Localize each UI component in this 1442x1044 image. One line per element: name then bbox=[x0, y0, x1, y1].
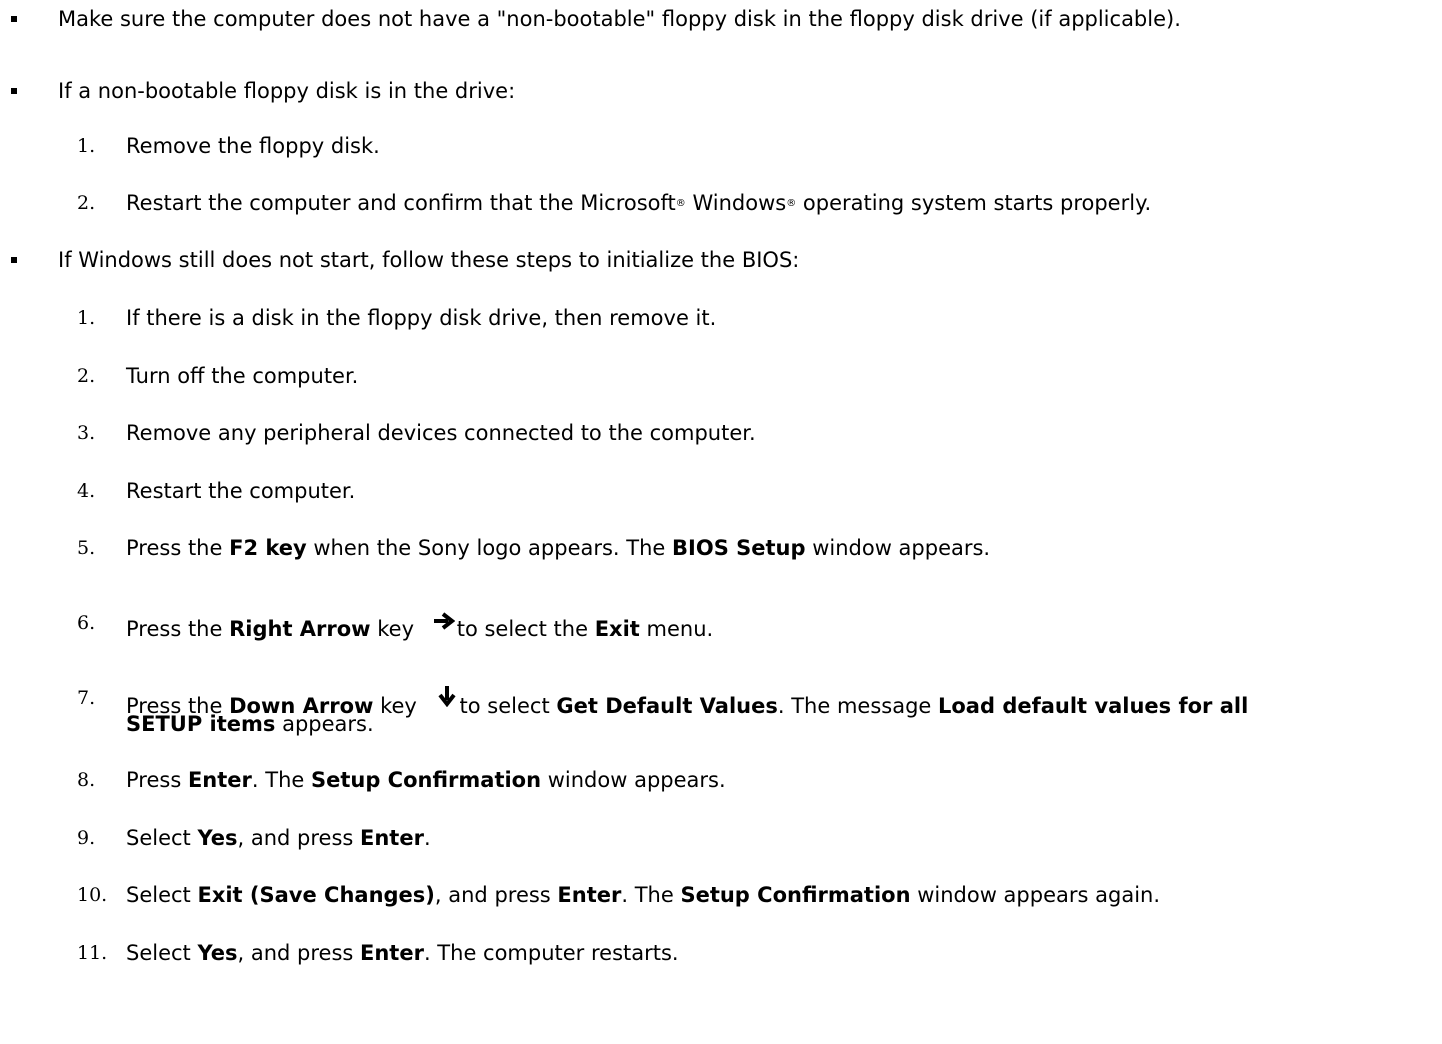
list-number: 2. bbox=[77, 365, 96, 387]
list-number: 1. bbox=[77, 307, 96, 329]
list-item-text: Select Yes, and press Enter. The compute… bbox=[126, 941, 679, 965]
list-number: 11. bbox=[77, 942, 108, 964]
list-item-text: If there is a disk in the floppy disk dr… bbox=[126, 306, 717, 330]
down-arrow-icon bbox=[437, 685, 456, 713]
bullet-text: Make sure the computer does not have a "… bbox=[58, 7, 1181, 31]
list-item-text: Press the F2 key when the Sony logo appe… bbox=[126, 536, 991, 560]
bullet-text: If a non-bootable floppy disk is in the … bbox=[58, 79, 516, 103]
list-number: 5. bbox=[77, 537, 96, 559]
list-number: 4. bbox=[77, 480, 96, 502]
right-arrow-icon bbox=[433, 610, 455, 636]
list-item-text: Remove any peripheral devices connected … bbox=[126, 421, 756, 445]
list-item-text: Remove the floppy disk. bbox=[126, 134, 380, 158]
list-item-text: Select Exit (Save Changes), and press En… bbox=[126, 883, 1161, 907]
list-item-text: Select Yes, and press Enter. bbox=[126, 826, 431, 850]
list-number: 6. bbox=[77, 612, 96, 634]
list-item-text: Restart the computer and confirm that th… bbox=[126, 191, 1152, 215]
bullet-marker bbox=[11, 257, 17, 263]
list-number: 2. bbox=[77, 192, 96, 214]
bullet-marker bbox=[11, 16, 17, 22]
list-number: 8. bbox=[77, 769, 96, 791]
list-item-text: Turn off the computer. bbox=[126, 364, 359, 388]
list-number: 9. bbox=[77, 827, 96, 849]
list-item-text: Press the Right Arrow key to select the … bbox=[126, 610, 713, 642]
list-item-text: Press Enter. The Setup Confirmation wind… bbox=[126, 768, 726, 792]
list-item-text-continued: SETUP items appears. bbox=[126, 712, 374, 736]
bullet-text: If Windows still does not start, follow … bbox=[58, 248, 800, 272]
list-number: 7. bbox=[77, 687, 96, 709]
list-number: 3. bbox=[77, 422, 96, 444]
list-number: 10. bbox=[77, 884, 108, 906]
list-number: 1. bbox=[77, 135, 96, 157]
list-item-text: Restart the computer. bbox=[126, 479, 356, 503]
bullet-marker bbox=[11, 88, 17, 94]
